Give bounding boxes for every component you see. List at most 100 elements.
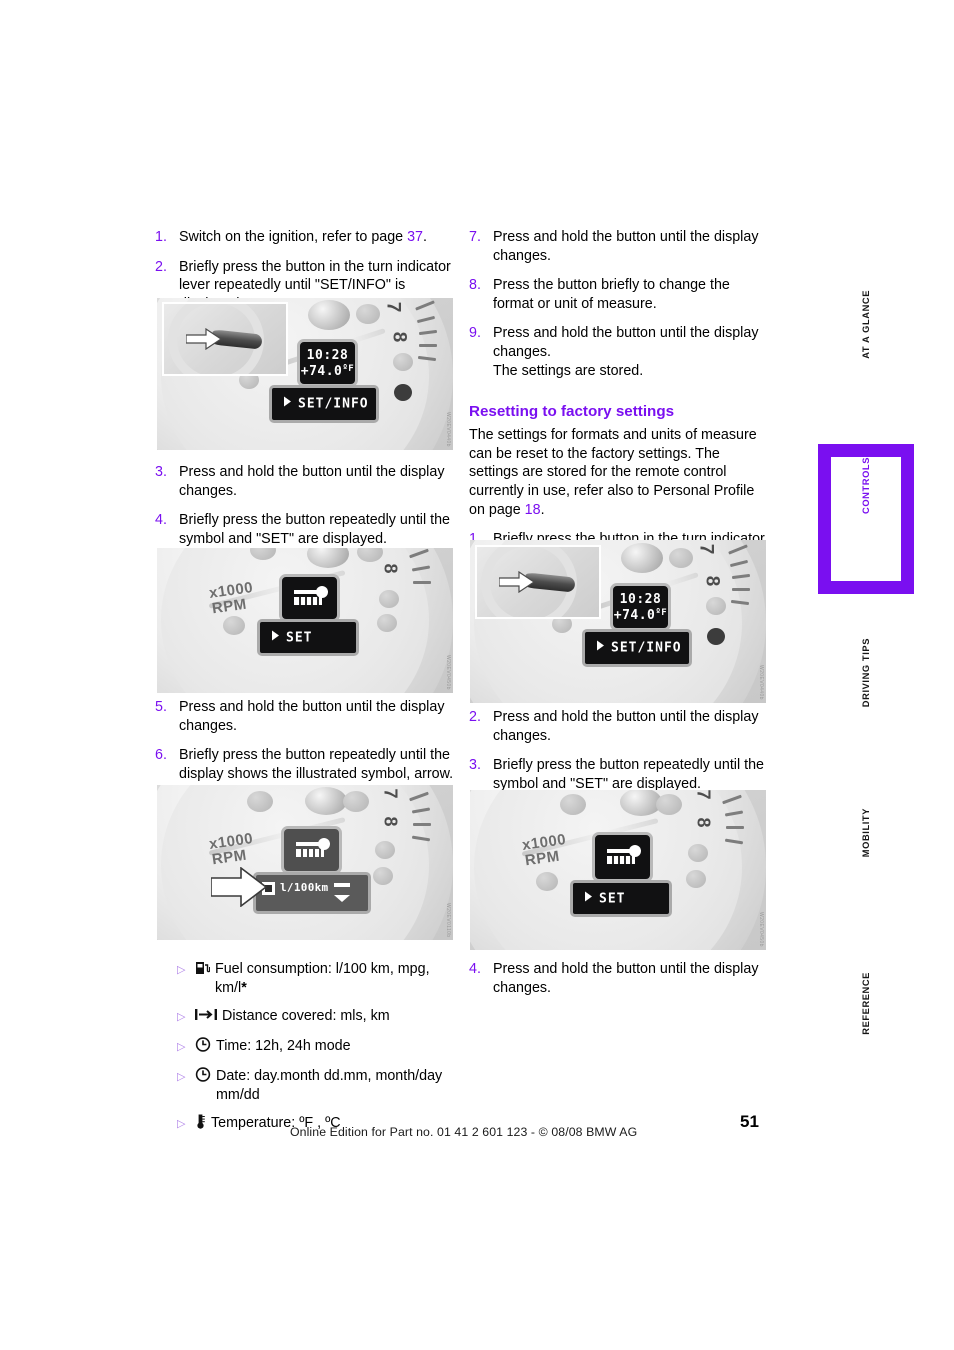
tab-label: AT A GLANCE — [861, 290, 871, 359]
gauge-tick-label: 8 — [388, 331, 410, 343]
clock-icon — [195, 1067, 211, 1105]
page-reference-link[interactable]: 18 — [525, 502, 541, 518]
thermometer-icon — [195, 1114, 206, 1135]
left-steps-group-3: 5. Press and hold the button until the d… — [155, 698, 455, 794]
telltale-lamp — [656, 794, 682, 815]
sidebar-tab-driving-tips[interactable]: DRIVING TIPS — [818, 638, 914, 748]
section-paragraph: The settings for formats and units of me… — [469, 426, 769, 519]
tab-label: DRIVING TIPS — [861, 638, 871, 708]
figure-instrument-cluster-set-key: x1000 RPM 8 SET W20EV0450b — [157, 548, 453, 693]
cluster-graphic: x1000 RPM 7 8 — [470, 790, 766, 950]
gauge-tick-label-7: 7 — [695, 543, 717, 555]
gauge-tick-label-7: 7 — [382, 301, 404, 313]
lcd-time: 10:28 — [619, 592, 662, 607]
lcd-bar-indicator — [334, 883, 350, 887]
sidebar-tab-at-a-glance[interactable]: AT A GLANCE — [818, 290, 914, 400]
step-text: Press and hold the button until the disp… — [493, 324, 769, 380]
lcd-temperature-unit: ºF — [655, 608, 668, 618]
lcd-key-symbol — [279, 574, 340, 622]
footer-edition-notice: Online Edition for Part no. 01 41 2 601 … — [290, 1125, 638, 1139]
list-item: 4. Press and hold the button until the d… — [469, 960, 769, 997]
sidebar-tab-reference[interactable]: REFERENCE — [818, 972, 914, 1077]
lcd-menu-text: SET — [599, 891, 626, 906]
cluster-graphic: 7 8 10:28 +74.0ºF SET/INFO W20EV0440b — [157, 298, 453, 450]
lcd-menu-text: SET/INFO — [298, 396, 369, 412]
list-item: ▷ Date: day.month dd.mm, month/day mm/dd — [155, 1067, 455, 1105]
telltale-lamp-dark — [707, 628, 725, 645]
manual-page: 1. Switch on the ignition, refer to page… — [0, 0, 954, 1350]
step-text: Press and hold the button until the disp… — [493, 229, 759, 264]
step-text: Press and hold the button until the disp… — [493, 961, 759, 996]
press-arrow-icon — [186, 328, 222, 350]
lcd-menu-bar: SET — [570, 880, 672, 917]
gauge-tick-label: 8 — [380, 816, 401, 827]
list-item: 3. Briefly press the button repeatedly u… — [469, 756, 769, 793]
cluster-graphic: x1000 RPM 7 8 — [157, 785, 453, 940]
lcd-time-temperature: 10:28 +74.0ºF — [297, 339, 358, 387]
lcd-menu-bar: SET/INFO — [582, 629, 692, 667]
list-item: ▷ Time: 12h, 24h mode — [155, 1037, 455, 1058]
lcd-menu-bar: SET/INFO — [269, 385, 379, 423]
cluster-graphic: x1000 RPM 8 SET W20EV0450b — [157, 548, 453, 693]
figure-code: W20EV0450b — [758, 912, 764, 947]
gauge-tick — [726, 826, 744, 829]
telltale-lamp — [536, 872, 558, 891]
lcd-time-temperature: 10:28 +74.0ºF — [610, 583, 671, 631]
lcd-key-symbol — [281, 826, 342, 874]
lcd-temperature: +74.0ºF — [613, 608, 668, 623]
triangle-bullet-icon: ▷ — [177, 1071, 186, 1083]
step-number: 9. — [469, 325, 481, 342]
step-number: 2. — [469, 709, 481, 725]
step-number: 1. — [155, 229, 167, 245]
figure-code: W20EV0440b — [758, 665, 764, 700]
key-mini-icon — [595, 843, 650, 871]
step-text: Switch on the ignition, refer to page 37… — [179, 228, 455, 247]
triangle-icon — [272, 630, 279, 640]
step-text: Briefly press the button repeatedly unti… — [493, 757, 765, 792]
gauge-tick — [732, 588, 750, 591]
gauge-tick-label: 8 — [380, 563, 401, 574]
triangle-bullet-icon: ▷ — [177, 1041, 186, 1053]
step-number: 7. — [469, 229, 481, 245]
bullet-label: Distance covered: mls, km — [222, 1008, 390, 1024]
lcd-menu-text: SET/INFO — [611, 640, 682, 656]
bullet-label: Date: day.month dd.mm, month/day mm/dd — [216, 1068, 443, 1103]
figure-instrument-cluster-set-key-reset: x1000 RPM 7 8 SET W20EV0450b — [470, 790, 766, 950]
figure-instrument-cluster-setinfo-reset: 7 8 10:28 +74.0ºF SET/INFO W20EV0440b — [470, 540, 766, 703]
gauge-hub — [621, 543, 663, 573]
telltale-lamp — [669, 548, 693, 568]
gauge-tick — [413, 581, 431, 584]
lcd-menu-label: SET — [272, 630, 312, 645]
list-item: 5. Press and hold the button until the d… — [155, 698, 455, 735]
callout-arrow-icon — [211, 867, 267, 907]
page-reference-link[interactable]: 37 — [407, 229, 423, 245]
list-item: 4. Briefly press the button repeatedly u… — [155, 511, 455, 548]
lcd-time: 10:28 — [306, 348, 349, 363]
sidebar-tab-mobility[interactable]: MOBILITY — [818, 808, 914, 908]
step-text-tail: . — [423, 229, 427, 245]
gauge-tick — [419, 344, 437, 347]
list-item: 3. Press and hold the button until the d… — [155, 463, 455, 500]
telltale-lamp — [379, 590, 399, 608]
lcd-menu-text: SET — [286, 630, 313, 645]
telltale-lamp — [375, 841, 395, 859]
sidebar-tab-controls[interactable]: CONTROLS — [818, 444, 914, 594]
step-text: Briefly press the button repeatedly unti… — [179, 747, 454, 782]
section-heading: Resetting to factory settings — [469, 403, 675, 421]
fuel-pump-icon — [195, 960, 211, 998]
key-mini-icon — [284, 836, 339, 864]
step-number: 8. — [469, 277, 481, 294]
list-item: 6. Briefly press the button repeatedly u… — [155, 746, 455, 783]
distance-icon — [195, 1007, 217, 1028]
telltale-lamp — [343, 791, 369, 812]
figure-code: W20EV0440b — [445, 412, 451, 447]
triangle-icon — [597, 640, 604, 651]
list-item: ▷ Fuel consumption: l/100 km, mpg, km/l* — [155, 960, 455, 998]
list-item: ▷ Distance covered: mls, km — [155, 1007, 455, 1028]
telltale-lamp — [686, 870, 706, 888]
telltale-lamp — [247, 791, 273, 812]
triangle-icon — [284, 396, 291, 407]
right-steps-group-4: 4. Press and hold the button until the d… — [469, 960, 769, 1008]
telltale-lamp — [706, 597, 726, 615]
gauge-hub — [308, 300, 350, 330]
